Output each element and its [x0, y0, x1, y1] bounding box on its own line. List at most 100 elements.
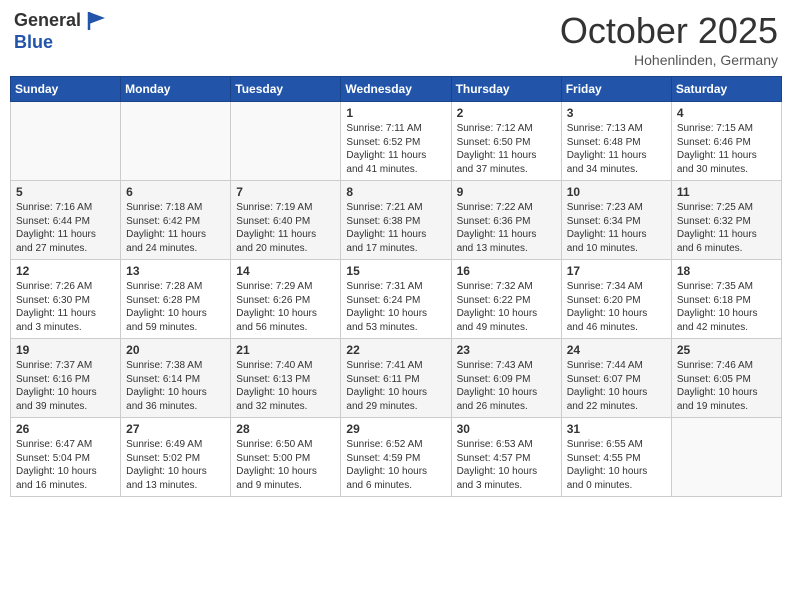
day-info: Sunrise: 7:28 AM Sunset: 6:28 PM Dayligh… [126, 280, 225, 334]
day-number: 29 [346, 422, 445, 436]
page-header: General Blue October 2025 Hohenlinden, G… [10, 10, 782, 68]
day-number: 20 [126, 343, 225, 357]
day-info: Sunrise: 7:12 AM Sunset: 6:50 PM Dayligh… [457, 122, 556, 176]
weekday-header-sunday: Sunday [11, 77, 121, 102]
day-info: Sunrise: 7:44 AM Sunset: 6:07 PM Dayligh… [567, 359, 666, 413]
day-number: 31 [567, 422, 666, 436]
day-info: Sunrise: 7:22 AM Sunset: 6:36 PM Dayligh… [457, 201, 556, 255]
day-info: Sunrise: 7:35 AM Sunset: 6:18 PM Dayligh… [677, 280, 776, 334]
calendar-day-15: 15Sunrise: 7:31 AM Sunset: 6:24 PM Dayli… [341, 260, 451, 339]
day-info: Sunrise: 7:25 AM Sunset: 6:32 PM Dayligh… [677, 201, 776, 255]
calendar-day-14: 14Sunrise: 7:29 AM Sunset: 6:26 PM Dayli… [231, 260, 341, 339]
weekday-header-wednesday: Wednesday [341, 77, 451, 102]
day-number: 8 [346, 185, 445, 199]
calendar-table: SundayMondayTuesdayWednesdayThursdayFrid… [10, 76, 782, 497]
day-number: 27 [126, 422, 225, 436]
calendar-day-31: 31 Sunrise: 6:55 AM Sunset: 4:55 PM Dayli… [561, 418, 671, 497]
day-info: Sunrise: 7:38 AM Sunset: 6:14 PM Dayligh… [126, 359, 225, 413]
day-info: Sunrise: 7:29 AM Sunset: 6:26 PM Dayligh… [236, 280, 335, 334]
day-number: 30 [457, 422, 556, 436]
day-number: 7 [236, 185, 335, 199]
day-info: Sunrise: 6:52 AM Sunset: 4:59 PM Dayligh… [346, 438, 445, 492]
day-number: 11 [677, 185, 776, 199]
day-number: 13 [126, 264, 225, 278]
location: Hohenlinden, Germany [560, 52, 778, 68]
day-info: Sunrise: 7:18 AM Sunset: 6:42 PM Dayligh… [126, 201, 225, 255]
day-info: Sunrise: 7:37 AM Sunset: 6:16 PM Dayligh… [16, 359, 115, 413]
day-number: 26 [16, 422, 115, 436]
day-info: Sunrise: 7:19 AM Sunset: 6:40 PM Dayligh… [236, 201, 335, 255]
calendar-day-23: 23 Sunrise: 7:43 AM Sunset: 6:09 PM Dayli… [451, 339, 561, 418]
calendar-day-13: 13 Sunrise: 7:28 AM Sunset: 6:28 PM Dayli… [121, 260, 231, 339]
calendar-day-1: 1Sunrise: 7:11 AM Sunset: 6:52 PM Daylig… [341, 102, 451, 181]
calendar-day-10: 10 Sunrise: 7:23 AM Sunset: 6:34 PM Dayli… [561, 181, 671, 260]
day-number: 22 [346, 343, 445, 357]
day-info: Sunrise: 7:43 AM Sunset: 6:09 PM Dayligh… [457, 359, 556, 413]
calendar-week-row: 5Sunrise: 7:16 AM Sunset: 6:44 PM Daylig… [11, 181, 782, 260]
calendar-day-25: 25Sunrise: 7:46 AM Sunset: 6:05 PM Dayli… [671, 339, 781, 418]
day-info: Sunrise: 7:40 AM Sunset: 6:13 PM Dayligh… [236, 359, 335, 413]
calendar-day-19: 19 Sunrise: 7:37 AM Sunset: 6:16 PM Dayli… [11, 339, 121, 418]
day-number: 6 [126, 185, 225, 199]
weekday-header-saturday: Saturday [671, 77, 781, 102]
day-info: Sunrise: 7:15 AM Sunset: 6:46 PM Dayligh… [677, 122, 776, 176]
day-info: Sunrise: 6:47 AM Sunset: 5:04 PM Dayligh… [16, 438, 115, 492]
calendar-day-18: 18 Sunrise: 7:35 AM Sunset: 6:18 PM Dayli… [671, 260, 781, 339]
day-number: 16 [457, 264, 556, 278]
calendar-day-30: 30 Sunrise: 6:53 AM Sunset: 4:57 PM Dayli… [451, 418, 561, 497]
day-info: Sunrise: 7:31 AM Sunset: 6:24 PM Dayligh… [346, 280, 445, 334]
day-info: Sunrise: 7:46 AM Sunset: 6:05 PM Dayligh… [677, 359, 776, 413]
day-number: 24 [567, 343, 666, 357]
day-number: 5 [16, 185, 115, 199]
logo-blue: Blue [14, 32, 107, 54]
logo-flag-icon [87, 10, 107, 32]
day-info: Sunrise: 7:23 AM Sunset: 6:34 PM Dayligh… [567, 201, 666, 255]
day-number: 1 [346, 106, 445, 120]
day-info: Sunrise: 6:53 AM Sunset: 4:57 PM Dayligh… [457, 438, 556, 492]
day-number: 3 [567, 106, 666, 120]
day-info: Sunrise: 7:21 AM Sunset: 6:38 PM Dayligh… [346, 201, 445, 255]
calendar-week-row: 12Sunrise: 7:26 AM Sunset: 6:30 PM Dayli… [11, 260, 782, 339]
calendar-day-8: 8 Sunrise: 7:21 AM Sunset: 6:38 PM Daylig… [341, 181, 451, 260]
calendar-day-21: 21 Sunrise: 7:40 AM Sunset: 6:13 PM Dayli… [231, 339, 341, 418]
calendar-day-4: 4 Sunrise: 7:15 AM Sunset: 6:46 PM Daylig… [671, 102, 781, 181]
calendar-day-22: 22 Sunrise: 7:41 AM Sunset: 6:11 PM Dayli… [341, 339, 451, 418]
calendar-day-11: 11 Sunrise: 7:25 AM Sunset: 6:32 PM Dayli… [671, 181, 781, 260]
day-info: Sunrise: 7:41 AM Sunset: 6:11 PM Dayligh… [346, 359, 445, 413]
calendar-day-3: 3 Sunrise: 7:13 AM Sunset: 6:48 PM Daylig… [561, 102, 671, 181]
day-number: 19 [16, 343, 115, 357]
day-number: 23 [457, 343, 556, 357]
calendar-day-6: 6 Sunrise: 7:18 AM Sunset: 6:42 PM Daylig… [121, 181, 231, 260]
day-number: 2 [457, 106, 556, 120]
day-info: Sunrise: 6:50 AM Sunset: 5:00 PM Dayligh… [236, 438, 335, 492]
calendar-day-12: 12Sunrise: 7:26 AM Sunset: 6:30 PM Dayli… [11, 260, 121, 339]
calendar-week-row: 26 Sunrise: 6:47 AM Sunset: 5:04 PM Dayli… [11, 418, 782, 497]
weekday-header-thursday: Thursday [451, 77, 561, 102]
calendar-empty-cell [121, 102, 231, 181]
calendar-day-9: 9Sunrise: 7:22 AM Sunset: 6:36 PM Daylig… [451, 181, 561, 260]
weekday-header-monday: Monday [121, 77, 231, 102]
calendar-day-5: 5Sunrise: 7:16 AM Sunset: 6:44 PM Daylig… [11, 181, 121, 260]
calendar-week-row: 1Sunrise: 7:11 AM Sunset: 6:52 PM Daylig… [11, 102, 782, 181]
day-number: 21 [236, 343, 335, 357]
weekday-header-friday: Friday [561, 77, 671, 102]
day-number: 18 [677, 264, 776, 278]
calendar-day-29: 29 Sunrise: 6:52 AM Sunset: 4:59 PM Dayli… [341, 418, 451, 497]
calendar-empty-cell [231, 102, 341, 181]
day-number: 28 [236, 422, 335, 436]
day-number: 4 [677, 106, 776, 120]
day-number: 10 [567, 185, 666, 199]
logo: General Blue [14, 10, 107, 54]
calendar-day-17: 17Sunrise: 7:34 AM Sunset: 6:20 PM Dayli… [561, 260, 671, 339]
day-info: Sunrise: 6:49 AM Sunset: 5:02 PM Dayligh… [126, 438, 225, 492]
calendar-day-2: 2 Sunrise: 7:12 AM Sunset: 6:50 PM Daylig… [451, 102, 561, 181]
day-info: Sunrise: 7:26 AM Sunset: 6:30 PM Dayligh… [16, 280, 115, 334]
calendar-week-row: 19 Sunrise: 7:37 AM Sunset: 6:16 PM Dayli… [11, 339, 782, 418]
calendar-empty-cell [11, 102, 121, 181]
calendar-empty-cell [671, 418, 781, 497]
month-title: October 2025 [560, 10, 778, 52]
calendar-day-7: 7 Sunrise: 7:19 AM Sunset: 6:40 PM Daylig… [231, 181, 341, 260]
day-info: Sunrise: 7:13 AM Sunset: 6:48 PM Dayligh… [567, 122, 666, 176]
day-number: 17 [567, 264, 666, 278]
day-info: Sunrise: 6:55 AM Sunset: 4:55 PM Dayligh… [567, 438, 666, 492]
